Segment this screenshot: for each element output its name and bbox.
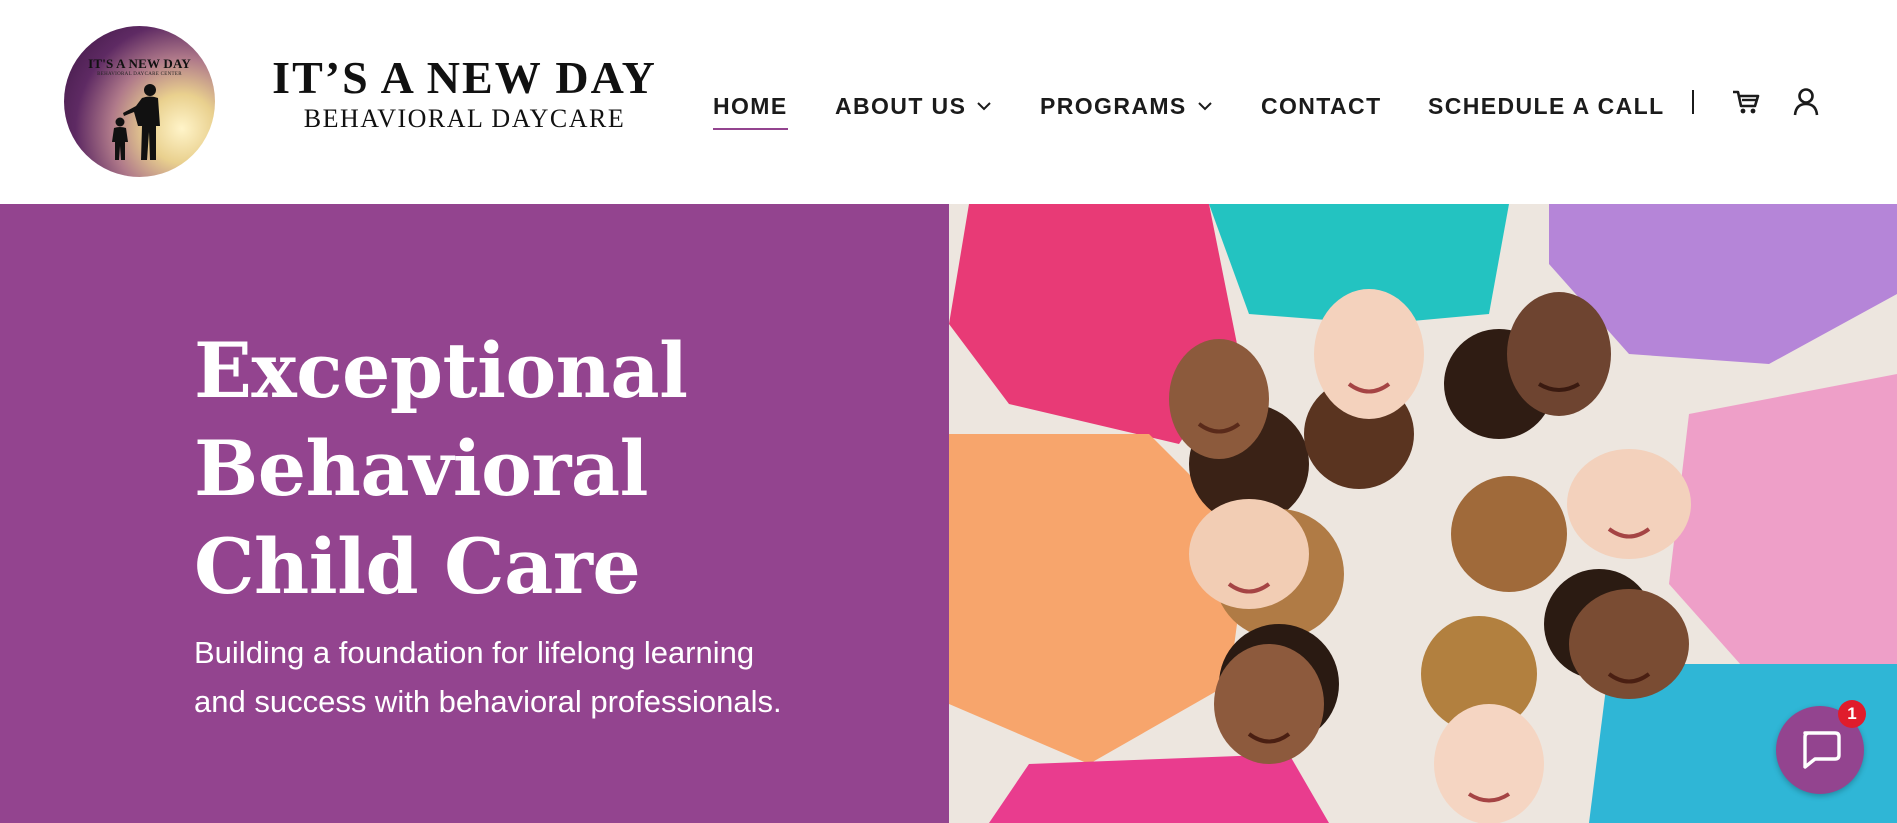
logo-badge[interactable]: IT'S A NEW DAY BEHAVIORAL DAYCARE CENTER bbox=[64, 26, 215, 177]
logo-title: IT’S A NEW DAY bbox=[272, 52, 657, 103]
logo-subtitle: BEHAVIORAL DAYCARE bbox=[303, 104, 626, 133]
nav-programs-label: PROGRAMS bbox=[1040, 92, 1187, 119]
nav-home[interactable]: HOME bbox=[713, 88, 788, 130]
account-button[interactable] bbox=[1790, 86, 1822, 118]
nav-contact[interactable]: CONTACT bbox=[1261, 88, 1382, 124]
chat-notification-badge: 1 bbox=[1838, 700, 1866, 728]
parent-child-silhouette-icon bbox=[112, 84, 160, 160]
chevron-down-icon bbox=[1197, 102, 1212, 111]
account-icon bbox=[1793, 88, 1819, 116]
logo-wordmark[interactable]: IT’S A NEW DAY BEHAVIORAL DAYCARE bbox=[262, 52, 667, 134]
nav-schedule-label: SCHEDULE A CALL bbox=[1428, 92, 1665, 119]
cart-button[interactable] bbox=[1730, 86, 1762, 118]
nav-contact-label: CONTACT bbox=[1261, 92, 1382, 119]
hero-title-line: Exceptional bbox=[194, 326, 688, 415]
hero-title: Exceptional Behavioral Child Care bbox=[194, 322, 894, 616]
site-header: IT'S A NEW DAY BEHAVIORAL DAYCARE CENTER… bbox=[0, 0, 1897, 204]
logo-badge-title: IT'S A NEW DAY bbox=[88, 56, 191, 71]
nav-about-us-label: ABOUT US bbox=[835, 92, 967, 119]
hero-title-line: Child Care bbox=[194, 522, 641, 611]
logo-badge-subtitle: BEHAVIORAL DAYCARE CENTER bbox=[97, 72, 182, 77]
nav-about-us[interactable]: ABOUT US bbox=[835, 88, 992, 124]
children-photo bbox=[949, 204, 1897, 823]
chevron-down-icon bbox=[977, 102, 992, 111]
nav-home-label: HOME bbox=[713, 92, 788, 119]
hero-panel: Exceptional Behavioral Child Care Buildi… bbox=[0, 204, 949, 823]
nav-programs[interactable]: PROGRAMS bbox=[1040, 88, 1213, 124]
cart-icon bbox=[1733, 90, 1760, 114]
chat-bubble-icon bbox=[1803, 731, 1841, 769]
nav-schedule-a-call[interactable]: SCHEDULE A CALL bbox=[1428, 88, 1665, 124]
nav-divider bbox=[1692, 90, 1694, 114]
hero-image bbox=[949, 204, 1897, 823]
hero-subtitle: Building a foundation for lifelong learn… bbox=[194, 635, 782, 719]
hero-title-line: Behavioral bbox=[194, 424, 648, 513]
